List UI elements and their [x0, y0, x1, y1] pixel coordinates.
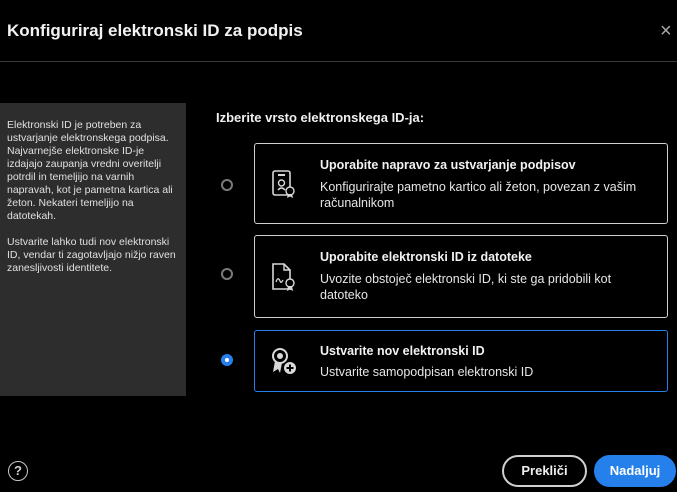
- new-certificate-icon: [272, 348, 296, 374]
- radio-new-id[interactable]: [221, 354, 233, 366]
- cancel-button[interactable]: Prekliči: [502, 455, 587, 487]
- help-text-paragraph-2: Ustvarite lahko tudi nov elektronski ID,…: [7, 236, 176, 274]
- option-card-signing-device[interactable]: Uporabite napravo za ustvarjanje podpiso…: [254, 143, 668, 224]
- option-description: Uvozite obstoječ elektronski ID, ki ste …: [320, 272, 612, 302]
- option-card-certificate-file[interactable]: Uporabite elektronski ID iz datoteke Uvo…: [254, 235, 668, 318]
- help-text-paragraph-1: Elektronski ID je potreben za ustvarjanj…: [7, 119, 173, 222]
- continue-button[interactable]: Nadaljuj: [594, 455, 676, 487]
- close-icon[interactable]: ×: [660, 21, 677, 41]
- radio-certificate-file[interactable]: [221, 268, 233, 280]
- help-icon[interactable]: ?: [8, 461, 28, 481]
- radio-signing-device[interactable]: [221, 179, 233, 191]
- dialog-title: Konfiguriraj elektronski ID za podpis: [7, 21, 303, 40]
- dialog-titlebar: Konfiguriraj elektronski ID za podpis ×: [0, 0, 677, 62]
- section-label: Izberite vrsto elektronskega ID-ja:: [216, 110, 425, 125]
- option-card-new-id[interactable]: Ustvarite nov elektronski ID Ustvarite s…: [254, 330, 668, 392]
- help-panel: Elektronski ID je potreben za ustvarjanj…: [0, 103, 186, 396]
- option-description: Ustvarite samopodpisan elektronski ID: [320, 365, 534, 379]
- certificate-file-icon: [272, 262, 295, 291]
- smartcard-device-icon: [272, 169, 295, 198]
- option-description: Konfigurirajte pametno kartico ali žeton…: [320, 180, 637, 210]
- option-title: Ustvarite nov elektronski ID: [320, 344, 485, 358]
- option-title: Uporabite elektronski ID iz datoteke: [320, 250, 532, 264]
- option-title: Uporabite napravo za ustvarjanje podpiso…: [320, 158, 576, 172]
